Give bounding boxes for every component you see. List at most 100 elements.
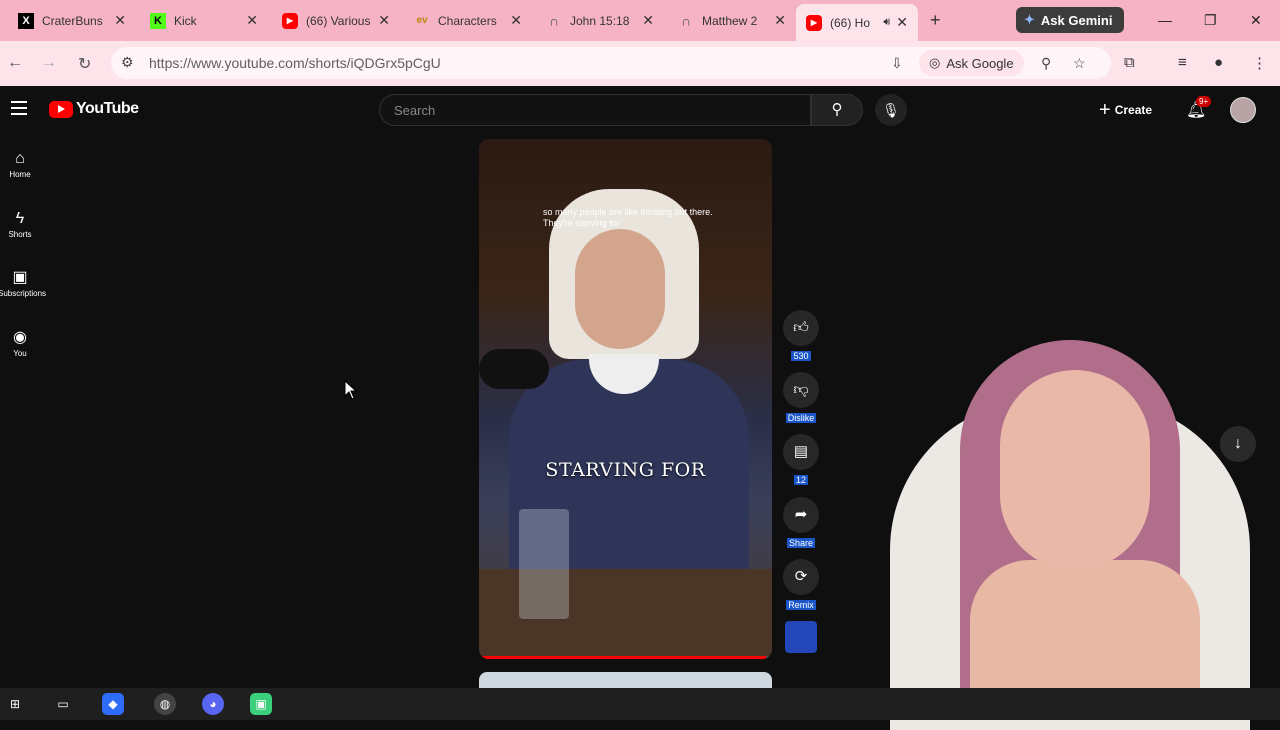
close-icon[interactable]: ✕ (774, 12, 786, 29)
media-control-icon[interactable]: ≡ (1178, 54, 1187, 71)
task-view-icon[interactable]: ▭ (52, 693, 74, 715)
profile-icon[interactable]: ● (1214, 54, 1223, 71)
video-progress-bar[interactable] (479, 656, 772, 659)
address-bar[interactable]: ⚙ https://www.youtube.com/shorts/iQDGrx5… (111, 47, 1111, 79)
youtube-icon: ▶ (282, 12, 298, 29)
mouse-cursor-icon (344, 380, 358, 400)
tab-matthew[interactable]: ∩ Matthew 2 ✕ (668, 6, 796, 35)
notification-badge: 9+ (1196, 96, 1212, 107)
youtube-logo[interactable]: YouTube (49, 100, 139, 118)
discord-icon[interactable]: ◕ (202, 693, 224, 715)
thumbs-down-icon: 👎︎ (783, 372, 819, 408)
ask-gemini-button[interactable]: ✦ Ask Gemini (1016, 7, 1125, 33)
sidebar-item-label: You (13, 349, 27, 358)
tab-title: CraterBuns (42, 13, 103, 28)
video-progress-fill (479, 656, 767, 659)
create-button[interactable]: + Create (1099, 100, 1152, 120)
thumbs-up-icon: 👍︎ (783, 310, 819, 346)
back-icon[interactable]: ← (7, 54, 23, 72)
share-button[interactable]: ➦ Share (782, 497, 820, 551)
comment-count: 12 (793, 475, 808, 485)
close-icon[interactable]: ✕ (896, 14, 908, 31)
streaming-app-icon[interactable]: ▣ (250, 693, 272, 715)
ask-gemini-label: Ask Gemini (1040, 12, 1113, 28)
extensions-icon[interactable]: ⧉ (1124, 54, 1135, 71)
shorts-video-player[interactable]: so many people are like thirsting out th… (479, 139, 772, 659)
webcam-overlay (850, 330, 1280, 730)
url-text[interactable]: https://www.youtube.com/shorts/iQDGrx5pC… (149, 55, 441, 71)
sidebar-item-label: Subscriptions (0, 289, 47, 298)
bookmark-star-icon[interactable]: ☆ (1073, 55, 1086, 72)
windows-taskbar: ⊞ ▭ ◆ ◍ ◕ ▣ (0, 688, 1280, 720)
sidebar-item-you[interactable]: ◉ You (0, 327, 40, 358)
microphone-icon: 🎙︎ (882, 102, 900, 118)
close-icon[interactable]: ✕ (246, 12, 258, 29)
reload-icon[interactable]: ↻ (78, 54, 91, 74)
comments-button[interactable]: ▤ 12 (782, 434, 820, 488)
restore-icon[interactable]: ❐ (1204, 12, 1217, 29)
ask-google-label: Ask Google (946, 55, 1014, 71)
tab-title: (66) Various (306, 13, 371, 28)
notifications-button[interactable]: 🔔︎ 9+ (1186, 96, 1212, 120)
close-icon[interactable]: ✕ (642, 12, 654, 29)
forward-icon[interactable]: → (41, 54, 57, 72)
search-icon: ⚲ (831, 101, 843, 118)
like-count: 530 (791, 351, 811, 361)
tab-title: (66) Ho (830, 15, 871, 30)
install-app-icon[interactable]: ⇩ (891, 55, 903, 72)
video-frame-microphone (479, 349, 549, 389)
home-icon: ⌂ (15, 150, 25, 167)
search-button[interactable]: ⚲ (811, 94, 863, 126)
close-icon[interactable]: ✕ (378, 12, 390, 29)
share-icon: ➦ (783, 497, 819, 533)
search-input[interactable]: Search (379, 94, 811, 126)
window-close-icon[interactable]: ✕ (1250, 12, 1262, 29)
share-label: Share (786, 538, 816, 548)
create-label: Create (1114, 103, 1153, 117)
plus-icon: + (1099, 99, 1111, 121)
remix-button[interactable]: ⟳ Remix (782, 559, 820, 613)
more-menu-icon[interactable]: ⋮ (1252, 54, 1267, 72)
tab-craterbuns[interactable]: X CraterBuns ✕ (8, 6, 136, 35)
shorts-icon: ϟ (15, 210, 25, 227)
youtube-header: YouTube Search ⚲ 🎙︎ + Create 🔔︎ 9+ (0, 86, 1280, 136)
video-subtitle: so many people are like thirsting out th… (543, 207, 713, 228)
youtube-play-icon (49, 100, 73, 118)
lens-icon: ◎ (929, 55, 941, 70)
windows-start-icon[interactable]: ⊞ (4, 693, 26, 715)
tab-title: John 15:18 (570, 13, 630, 28)
video-frame-glass (519, 509, 569, 619)
sound-thumbnail[interactable] (785, 621, 817, 653)
minimize-icon[interactable]: — (1158, 12, 1172, 28)
tab-youtube-active[interactable]: ▶ (66) Ho 🔊︎ ✕ (796, 4, 918, 41)
tab-youtube-various[interactable]: ▶ (66) Various ✕ (272, 6, 400, 35)
tab-characters[interactable]: ev Characters ✕ (404, 6, 532, 35)
tab-john[interactable]: ∩ John 15:18 ✕ (536, 6, 664, 35)
ask-google-button[interactable]: ◎ Ask Google (919, 50, 1024, 76)
menu-icon[interactable] (11, 101, 27, 119)
headset-icon: ∩ (548, 12, 560, 29)
site-info-icon[interactable]: ⚙ (121, 54, 134, 71)
close-icon[interactable]: ✕ (114, 12, 126, 29)
x-icon: X (18, 12, 34, 29)
sidebar-item-subscriptions[interactable]: ▣ Subscriptions (0, 267, 47, 298)
like-button[interactable]: 👍︎ 530 (782, 310, 820, 364)
close-icon[interactable]: ✕ (510, 12, 522, 29)
chrome-icon[interactable]: ◍ (154, 693, 176, 715)
sidebar-item-home[interactable]: ⌂ Home (0, 148, 40, 179)
remix-icon: ⟳ (783, 559, 819, 595)
youtube-icon: ▶ (806, 14, 822, 31)
avatar[interactable] (1230, 97, 1256, 123)
remix-label: Remix (786, 600, 816, 610)
voice-search-button[interactable]: 🎙︎ (875, 94, 907, 126)
tab-kick[interactable]: K Kick ✕ (140, 6, 268, 35)
sidebar-item-shorts[interactable]: ϟ Shorts (0, 208, 40, 239)
ev-icon: ev (416, 15, 428, 26)
new-tab-button[interactable]: + (930, 10, 941, 31)
speaker-icon[interactable]: 🔊︎ (883, 16, 890, 29)
zoom-icon[interactable]: ⚲ (1041, 55, 1051, 72)
app-icon-blue[interactable]: ◆ (102, 693, 124, 715)
dislike-button[interactable]: 👎︎ Dislike (782, 372, 820, 426)
tab-title: Matthew 2 (702, 13, 758, 28)
browser-tab-strip: X CraterBuns ✕ K Kick ✕ ▶ (66) Various ✕… (0, 0, 1280, 41)
